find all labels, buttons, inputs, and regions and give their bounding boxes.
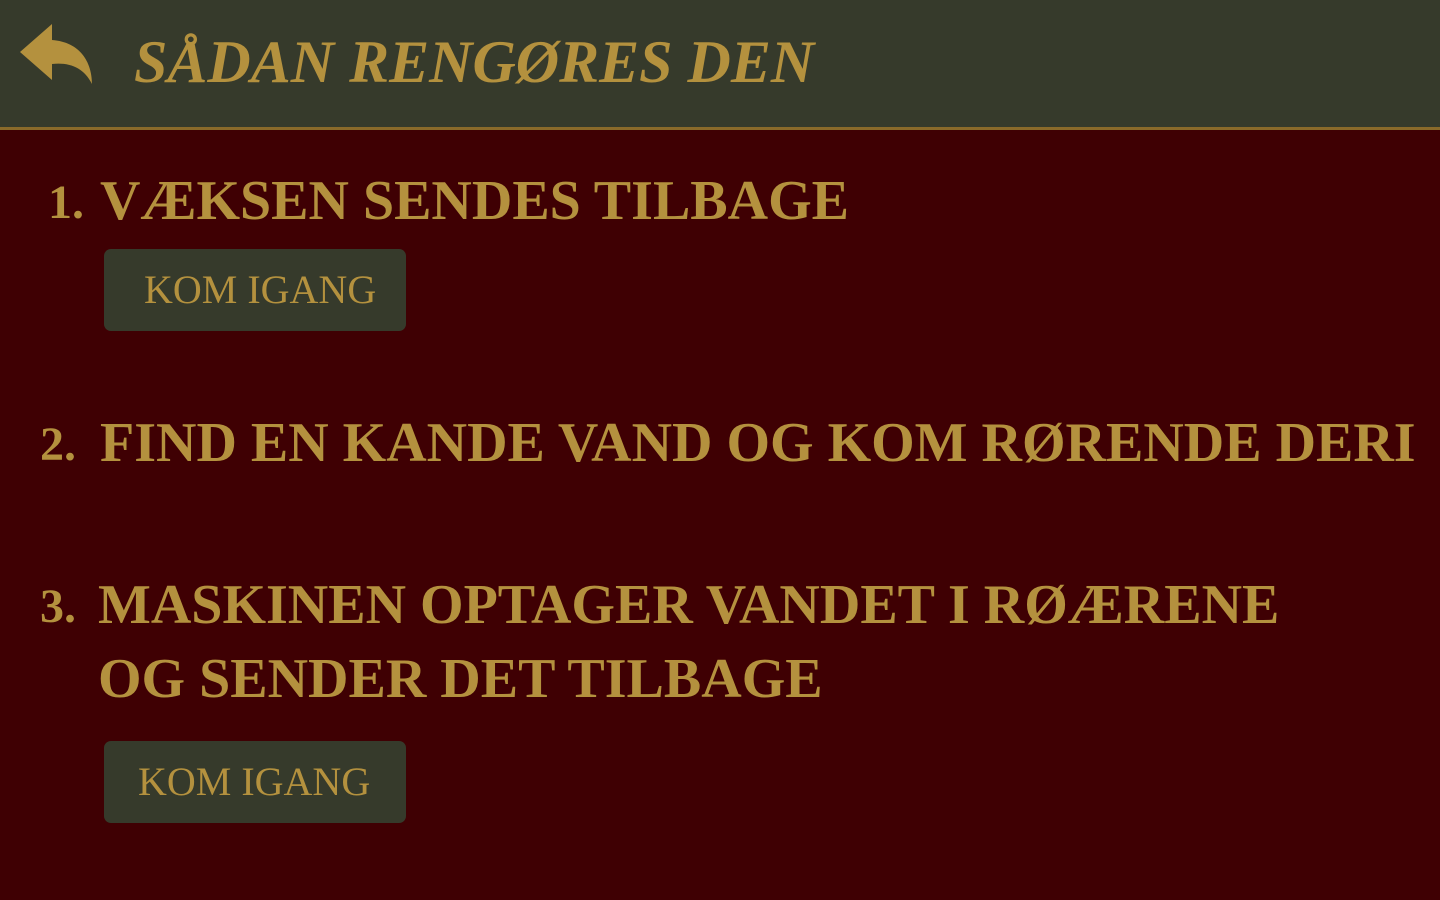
step-number: 3. [40,580,76,633]
step-text: MASKINEN OPTAGER VANDET I RØÆRENE [98,574,1280,636]
step-number: 1. [48,176,84,229]
start-button-label: KOM IGANG [144,267,377,312]
step-number: 2. [40,418,76,471]
step-text: FIND EN KANDE VAND OG KOM RØRENDE DERI [100,412,1416,474]
start-button[interactable]: KOM IGANG [104,249,406,331]
back-button[interactable] [18,22,96,90]
start-button[interactable]: KOM IGANG [104,741,406,823]
start-button-label: KOM IGANG [138,759,371,804]
top-bar: SÅDAN RENGØRES DEN [0,0,1440,130]
reply-arrow-icon [20,24,92,84]
step-text: VÆKSEN SENDES TILBAGE [100,170,849,232]
step-text-continued: OG SENDER DET TILBAGE [98,648,823,710]
page-title: SÅDAN RENGØRES DEN [134,29,815,95]
